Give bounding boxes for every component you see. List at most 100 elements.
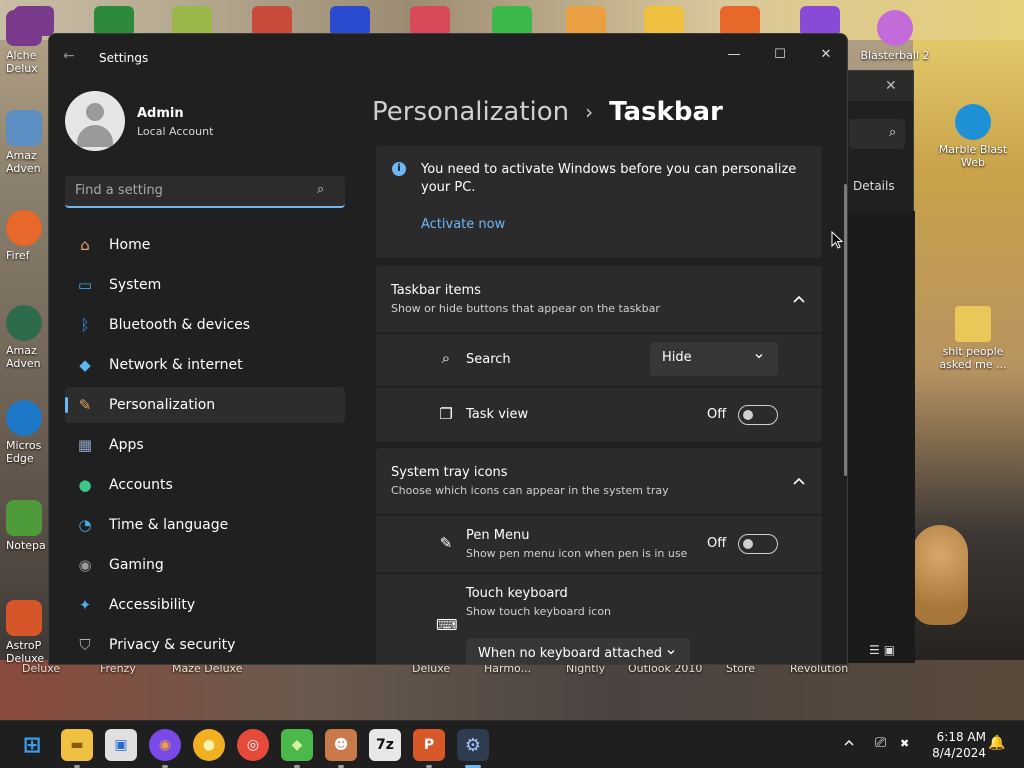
pen-menu-row: ✎ Pen Menu Show pen menu icon when pen i… (376, 514, 822, 572)
store-icon: ▣ (114, 737, 128, 753)
profile-account-type: Local Account (137, 125, 214, 138)
touch-keyboard-row: ⌨ Touch keyboard Show touch keyboard ico… (376, 572, 822, 664)
yellow-circle-icon: ● (202, 737, 216, 753)
task-view-toggle[interactable] (738, 405, 778, 425)
clock-time[interactable]: 6:18 AM (926, 730, 986, 744)
mouse-cursor-icon (831, 231, 843, 249)
clock-date[interactable]: 8/4/2024 (926, 746, 986, 760)
search-dropdown[interactable]: Hide (650, 342, 778, 376)
sidebar-item-label: Home (109, 237, 151, 253)
maximize-button[interactable]: ☐ (757, 40, 803, 70)
desktop-icon-top-9[interactable] (644, 6, 684, 36)
windows-logo-icon: ⊞ (22, 732, 42, 758)
sidebar-item-label: Time & language (109, 517, 229, 533)
sidebar-item-system[interactable]: ▭ System (65, 267, 345, 303)
close-icon[interactable]: ✕ (885, 78, 897, 94)
sidebar-item-network[interactable]: ◆ Network & internet (65, 347, 345, 383)
avatar-body (77, 125, 113, 147)
desktop-icon-top-3[interactable] (172, 6, 212, 36)
desktop-icon-marble-blast[interactable]: Marble Blast Web (938, 104, 1008, 169)
system-tray-icons-section: System tray icons Choose which icons can… (376, 448, 822, 664)
desktop-icon-top-11[interactable] (800, 6, 840, 36)
avatar-head (86, 103, 104, 121)
sidebar-item-gaming[interactable]: ◉ Gaming (65, 547, 345, 583)
desktop-icon-top-5[interactable] (330, 6, 370, 36)
scrollbar[interactable] (844, 184, 847, 476)
desktop-icon-label: shit people asked me ... (939, 345, 1007, 371)
desktop-icon-top-4[interactable] (252, 6, 292, 36)
notepad-icon (6, 500, 42, 536)
chevron-down-icon (667, 650, 675, 655)
details-button[interactable]: Details (853, 179, 895, 193)
taskbar-green-cube-app[interactable]: ◆ (281, 729, 313, 761)
sidebar-item-label: Bluetooth & devices (109, 317, 251, 333)
desktop-icon-folder[interactable]: shit people asked me ... (938, 306, 1008, 371)
sidebar-item-privacy[interactable]: ⛉ Privacy & security (65, 627, 345, 663)
pen-menu-toggle[interactable] (738, 534, 778, 554)
desktop-icon-top-7[interactable] (492, 6, 532, 36)
keyboard-icon: ⌨ (436, 616, 458, 634)
chevron-up-icon (793, 295, 805, 303)
sidebar-item-apps[interactable]: ▦ Apps (65, 427, 345, 463)
desktop-icon-top-6[interactable] (410, 6, 450, 36)
sidebar-item-accounts[interactable]: ● Accounts (65, 467, 345, 503)
cube-icon: ◆ (291, 737, 303, 753)
taskbar-chrome[interactable]: ◎ (237, 729, 269, 761)
astropop-icon (6, 600, 42, 636)
toggle-knob (743, 539, 753, 549)
background-window-search[interactable]: ⌕ (849, 119, 905, 149)
search-icon: ⌕ (441, 349, 451, 367)
apps-icon: ▦ (77, 436, 93, 454)
taskbar-7zip[interactable]: 7z (369, 729, 401, 761)
chevron-up-icon[interactable] (843, 737, 855, 749)
sidebar-item-personalization[interactable]: ✎ Personalization (65, 387, 345, 423)
title-bar: ← Settings — ☐ ✕ (49, 34, 847, 82)
sidebar-item-label: Personalization (109, 397, 216, 413)
system-tray-icons-header[interactable]: System tray icons Choose which icons can… (376, 448, 822, 514)
sidebar-item-label: Gaming (109, 557, 164, 573)
taskbar-game-app[interactable]: ☻ (325, 729, 357, 761)
search-input[interactable] (75, 183, 305, 198)
search-row: ⌕ Search Hide (376, 332, 822, 386)
start-button[interactable]: ⊞ (16, 729, 48, 761)
volume-muted-icon[interactable]: ✖ (900, 737, 909, 750)
network-icon[interactable]: ⎚ (875, 735, 886, 751)
taskbar-file-explorer[interactable]: ▬ (61, 729, 93, 761)
edge-icon (6, 400, 42, 436)
desktop-icon-top-8[interactable] (566, 6, 606, 36)
desktop-icon-blasterball[interactable]: Blasterball 2 (860, 10, 930, 62)
gamepad-icon: ◉ (78, 556, 92, 574)
activate-now-link[interactable]: Activate now (421, 217, 505, 232)
section-subtitle: Show or hide buttons that appear on the … (391, 302, 660, 315)
section-title: Taskbar items (391, 283, 481, 298)
touch-keyboard-dropdown[interactable]: When no keyboard attached (466, 638, 690, 664)
sidebar-item-time-language[interactable]: ◔ Time & language (65, 507, 345, 543)
sidebar-item-accessibility[interactable]: ✦ Accessibility (65, 587, 345, 623)
close-button[interactable]: ✕ (803, 40, 847, 70)
7zip-icon: 7z (376, 737, 394, 753)
minimize-button[interactable]: — (711, 40, 757, 70)
desktop-icon-top-2[interactable] (94, 6, 134, 36)
taskbar-settings[interactable]: ⚙ (457, 729, 489, 761)
taskbar-items-header[interactable]: Taskbar items Show or hide buttons that … (376, 266, 822, 332)
breadcrumb-parent[interactable]: Personalization (372, 97, 569, 127)
back-arrow-icon[interactable]: ← (63, 48, 75, 64)
search-box[interactable]: ⌕ (65, 176, 345, 208)
settings-window: ← Settings — ☐ ✕ Admin Local Account ⌕ ⌂… (48, 33, 848, 665)
taskbar-microsoft-store[interactable]: ▣ (105, 729, 137, 761)
sidebar-item-label: Privacy & security (109, 637, 236, 653)
chrome-icon: ◎ (246, 737, 260, 753)
taskbar-yellow-app[interactable]: ● (193, 729, 225, 761)
view-toggle-icons[interactable]: ☰▣ (869, 643, 899, 657)
sidebar-item-bluetooth[interactable]: ᛒ Bluetooth & devices (65, 307, 345, 343)
taskbar-firefox[interactable]: ◉ (149, 729, 181, 761)
avatar[interactable] (65, 91, 125, 151)
task-view-row: ❐ Task view Off (376, 386, 822, 442)
notification-bell-icon[interactable]: 🔔 (988, 735, 1005, 751)
taskbar-powerpoint[interactable]: P (413, 729, 445, 761)
toggle-knob (743, 410, 753, 420)
desktop-icon-label: Alche Delux (6, 49, 38, 75)
breadcrumb: Personalization › Taskbar (372, 92, 723, 132)
desktop-icon-top-10[interactable] (720, 6, 760, 36)
sidebar-item-home[interactable]: ⌂ Home (65, 227, 345, 263)
